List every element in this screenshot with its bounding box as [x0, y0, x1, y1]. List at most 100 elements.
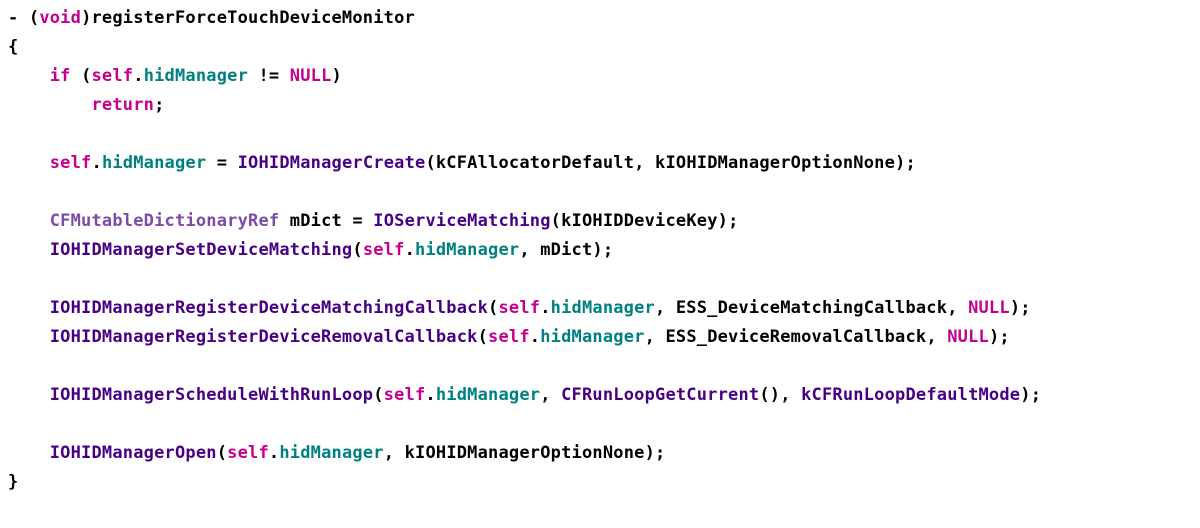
punct-lparen: ( — [478, 327, 488, 347]
punct-rparen: ) — [770, 385, 780, 405]
punct-semicolon: ; — [999, 327, 1009, 347]
op-ne: != — [248, 66, 290, 86]
keyword-if: if — [50, 66, 71, 86]
punct-comma: , — [540, 385, 561, 405]
var-mdict: mDict — [540, 240, 592, 260]
line-9: IOHIDManagerSetDeviceMatching(self.hidMa… — [8, 240, 613, 260]
punct-comma: , — [519, 240, 540, 260]
punct-comma: , — [926, 327, 947, 347]
keyword-null: NULL — [947, 327, 989, 347]
punct-lparen: ( — [217, 443, 227, 463]
punct-rparen: ) — [645, 443, 655, 463]
punct-dot: . — [425, 385, 435, 405]
keyword-self: self — [498, 298, 540, 318]
punct-comma: , — [645, 327, 666, 347]
sym-kcfallocatordefault: kCFAllocatorDefault — [436, 153, 634, 173]
op-eq: = — [342, 211, 373, 231]
keyword-null: NULL — [968, 298, 1010, 318]
punct-dot: . — [133, 66, 143, 86]
keyword-self: self — [50, 153, 92, 173]
punct-lparen: ( — [81, 66, 91, 86]
keyword-null: NULL — [290, 66, 332, 86]
punct-semicolon: ; — [154, 95, 164, 115]
prop-hidmanager: hidManager — [540, 327, 644, 347]
punct-rparen: ) — [989, 327, 999, 347]
punct-lbrace: { — [8, 37, 18, 57]
prop-hidmanager: hidManager — [551, 298, 655, 318]
punct-semicolon: ; — [728, 211, 738, 231]
punct-rparen: ) — [81, 8, 91, 28]
sym-kiohidmanageroptionnone: kIOHIDManagerOptionNone — [655, 153, 895, 173]
fn-iohidmanagerregisterdeviceremovalcallback: IOHIDManagerRegisterDeviceRemovalCallbac… — [50, 327, 478, 347]
line-4: return; — [8, 95, 165, 115]
punct-rparen: ) — [1010, 298, 1020, 318]
keyword-self: self — [92, 66, 134, 86]
fn-iohidmanagersetdevicematching: IOHIDManagerSetDeviceMatching — [50, 240, 353, 260]
prop-hidmanager: hidManager — [279, 443, 383, 463]
type-cfmutabledictionaryref: CFMutableDictionaryRef — [50, 211, 280, 231]
line-3: if (self.hidManager != NULL) — [8, 66, 342, 86]
keyword-return: return — [91, 95, 154, 115]
sym-kiohiddevicekey: kIOHIDDeviceKey — [561, 211, 718, 231]
prop-hidmanager: hidManager — [436, 385, 540, 405]
keyword-self: self — [363, 240, 405, 260]
punct-semicolon: ; — [905, 153, 915, 173]
punct-rparen: ) — [718, 211, 728, 231]
fn-iohidmanagerregisterdevicematchingcallback: IOHIDManagerRegisterDeviceMatchingCallba… — [50, 298, 488, 318]
punct-dot: . — [540, 298, 550, 318]
punct-comma: , — [634, 153, 655, 173]
code-block: - (void)registerForceTouchDeviceMonitor … — [0, 0, 1200, 497]
keyword-self: self — [488, 327, 530, 347]
fn-cfrunloopgetcurrent: CFRunLoopGetCurrent — [561, 385, 759, 405]
sym-kcfrunloopdefaultmode: kCFRunLoopDefaultMode — [801, 385, 1020, 405]
punct-comma: , — [655, 298, 676, 318]
punct-comma: , — [947, 298, 968, 318]
sym-devicematchingcallback: ESS_DeviceMatchingCallback — [676, 298, 947, 318]
punct-lparen: ( — [488, 298, 498, 318]
line-16: IOHIDManagerOpen(self.hidManager, kIOHID… — [8, 443, 665, 463]
prop-hidmanager: hidManager — [415, 240, 519, 260]
line-11: IOHIDManagerRegisterDeviceMatchingCallba… — [8, 298, 1031, 318]
sym-kiohidmanageroptionnone: kIOHIDManagerOptionNone — [405, 443, 645, 463]
line-8: CFMutableDictionaryRef mDict = IOService… — [8, 211, 739, 231]
punct-dot: . — [269, 443, 279, 463]
prop-hidmanager: hidManager — [102, 153, 206, 173]
line-6: self.hidManager = IOHIDManagerCreate(kCF… — [8, 153, 916, 173]
prop-hidmanager: hidManager — [144, 66, 248, 86]
fn-ioservicematching: IOServiceMatching — [373, 211, 550, 231]
punct-rparen: ) — [592, 240, 602, 260]
punct-semicolon: ; — [655, 443, 665, 463]
punct-lparen: ( — [425, 153, 435, 173]
line-1: - (void)registerForceTouchDeviceMonitor — [8, 8, 415, 28]
punct-semicolon: ; — [1031, 385, 1041, 405]
punct-rparen: ) — [1020, 385, 1030, 405]
fn-iohidmanagercreate: IOHIDManagerCreate — [238, 153, 426, 173]
keyword-self: self — [227, 443, 269, 463]
punct-dash: - — [8, 8, 29, 28]
punct-semicolon: ; — [1020, 298, 1030, 318]
line-12: IOHIDManagerRegisterDeviceRemovalCallbac… — [8, 327, 1010, 347]
punct-comma: , — [780, 385, 801, 405]
punct-lparen: ( — [29, 8, 39, 28]
method-name: registerForceTouchDeviceMonitor — [92, 8, 415, 28]
punct-dot: . — [405, 240, 415, 260]
fn-iohidmanageropen: IOHIDManagerOpen — [50, 443, 217, 463]
op-eq: = — [206, 153, 237, 173]
punct-dot: . — [92, 153, 102, 173]
punct-lparen: ( — [373, 385, 383, 405]
punct-lparen: ( — [352, 240, 362, 260]
keyword-self: self — [384, 385, 426, 405]
var-mdict: mDict — [290, 211, 342, 231]
punct-lparen: ( — [759, 385, 769, 405]
punct-rbrace: } — [8, 472, 18, 492]
punct-dot: . — [530, 327, 540, 347]
punct-rparen: ) — [332, 66, 342, 86]
line-14: IOHIDManagerScheduleWithRunLoop(self.hid… — [8, 385, 1041, 405]
punct-semicolon: ; — [603, 240, 613, 260]
punct-rparen: ) — [895, 153, 905, 173]
punct-comma: , — [384, 443, 405, 463]
keyword-void: void — [39, 8, 81, 28]
punct-lparen: ( — [551, 211, 561, 231]
sym-deviceremovalcallback: ESS_DeviceRemovalCallback — [665, 327, 926, 347]
line-17: } — [8, 472, 18, 492]
